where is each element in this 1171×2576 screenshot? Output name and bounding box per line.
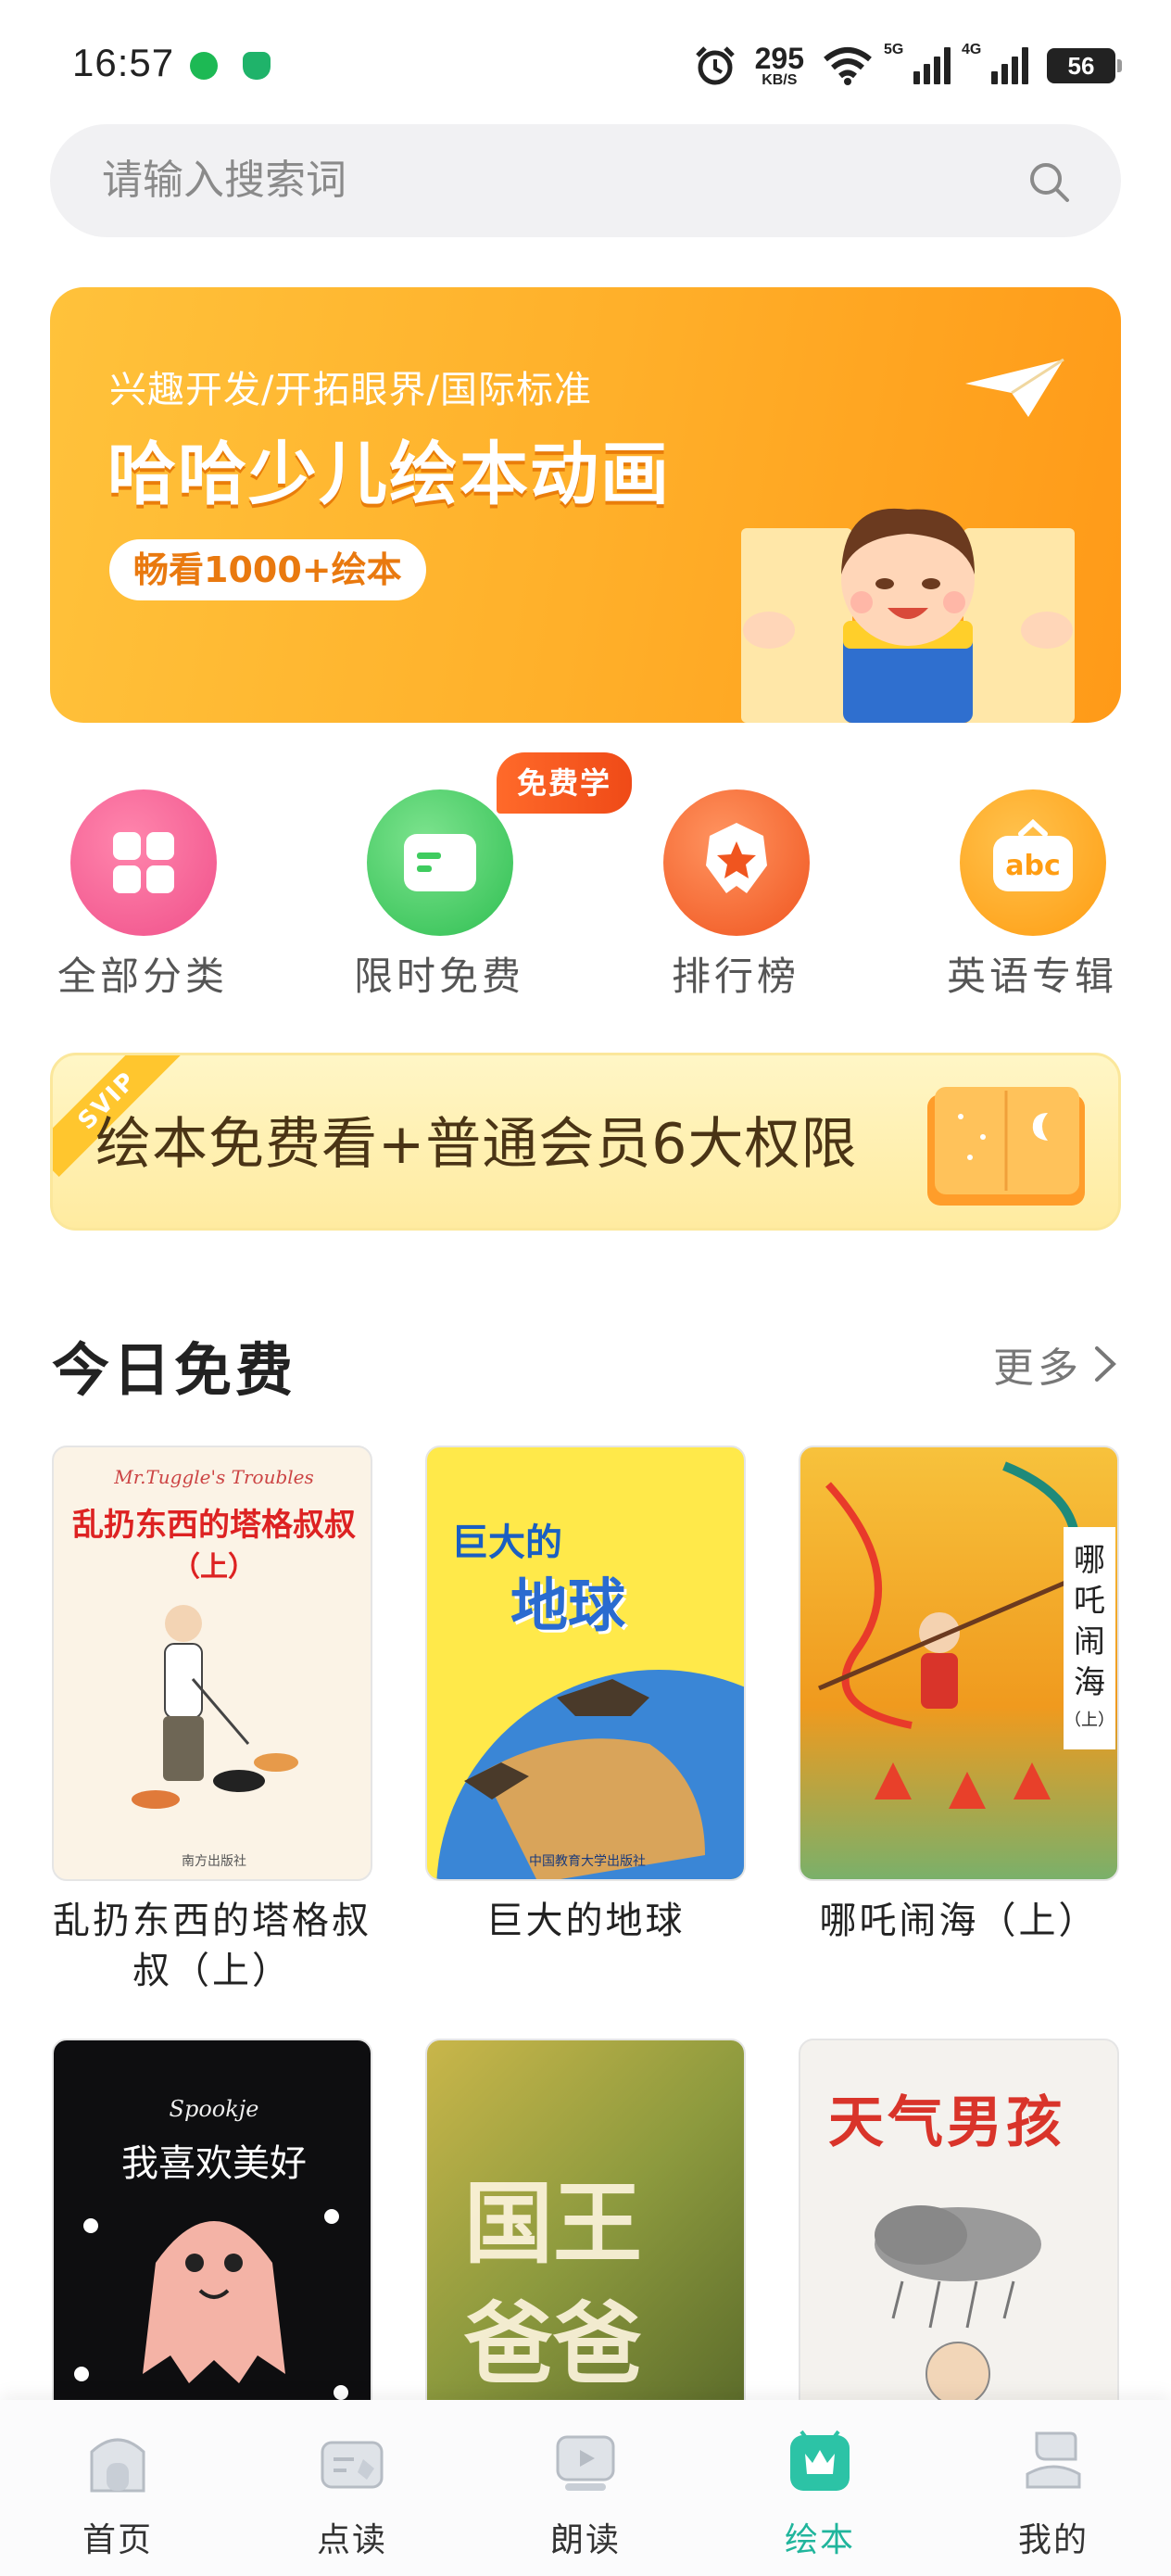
category-label: 英语专辑 — [946, 953, 1117, 999]
kid-reading-illustration — [741, 508, 1075, 723]
section-title: 今日免费 — [52, 1336, 297, 1404]
rain-cloud-illustration — [875, 2205, 1041, 2406]
tab-point-read[interactable]: 点读 — [283, 2422, 422, 2570]
category-label: 限时免费 — [353, 953, 524, 999]
book-cover[interactable]: 国王 爸爸 — [425, 2039, 746, 2428]
security-shield-icon — [243, 52, 271, 80]
free-card-icon — [367, 789, 513, 936]
book-cover[interactable]: Mr.Tuggle's Troubles 乱扔东西的塔格叔叔 （上） 南方出版社 — [52, 1446, 372, 1881]
open-book-icon — [927, 1087, 1085, 1206]
grid-icon — [70, 789, 217, 936]
banner-title: 哈哈少儿绘本动画 — [107, 435, 671, 514]
category-label: 排行榜 — [671, 953, 800, 999]
book-title: 巨大的地球 — [485, 1900, 686, 1942]
picture-book-icon — [790, 2430, 850, 2491]
tab-read-aloud[interactable]: 朗读 — [516, 2422, 655, 2570]
category-free[interactable]: 免费学 限时免费 — [328, 752, 633, 1010]
network-speed: 295 KB/S — [754, 42, 804, 88]
tab-picture-book[interactable]: 绘本 — [750, 2422, 889, 2570]
status-bar: 16:57 295 KB/S 5G 4G 56 — [0, 0, 1171, 130]
book-cover[interactable]: Spookje 我喜欢美好 — [52, 2039, 372, 2428]
abc-icon: abc — [960, 789, 1106, 936]
book-cover[interactable]: 哪吒闹海 （上） — [799, 1446, 1119, 1881]
ghost-illustration — [74, 2209, 348, 2400]
wifi-icon — [824, 47, 872, 85]
search-icon[interactable] — [1026, 159, 1071, 204]
home-icon — [90, 2438, 145, 2493]
category-all[interactable]: 全部分类 — [31, 778, 254, 1010]
tab-home[interactable]: 首页 — [48, 2422, 187, 2570]
alarm-icon — [695, 46, 735, 85]
book-cover[interactable]: 天气男孩 — [799, 2039, 1119, 2428]
man-with-cats-illustration — [132, 1605, 298, 1809]
banner-pill: 畅看1000+绘本 — [109, 539, 426, 600]
earth-animals-illustration — [436, 1670, 744, 1879]
chevron-right-icon — [1095, 1346, 1116, 1382]
book-cover[interactable]: 巨大的 地球 中国教育大学出版社 — [425, 1446, 746, 1881]
free-study-badge: 免费学 — [497, 752, 633, 814]
clock: 16:57 — [72, 41, 175, 84]
search-bar[interactable]: 请输入搜索词 — [50, 124, 1121, 237]
promo-banner[interactable]: 兴趣开发/开拓眼界/国际标准 哈哈少儿绘本动画 畅看1000+绘本 — [50, 287, 1121, 723]
svg-text:abc: abc — [1005, 850, 1061, 882]
category-english[interactable]: abc 英语专辑 — [921, 778, 1143, 1010]
battery-indicator: 56 — [1047, 48, 1122, 83]
bottom-tab-bar: 首页 点读 朗读 绘本 我的 — [0, 2400, 1171, 2576]
paper-plane-icon — [965, 358, 1064, 417]
more-label: 更多 — [993, 1345, 1082, 1392]
category-label: 全部分类 — [57, 953, 228, 999]
signal-5g-icon: 5G — [884, 42, 951, 84]
signal-4g-icon: 4G — [962, 42, 1028, 84]
category-ranking[interactable]: 排行榜 — [624, 778, 847, 1010]
read-aloud-icon — [556, 2435, 615, 2491]
svip-promo-banner[interactable]: SVIP 绘本免费看+普通会员6大权限 — [50, 1053, 1121, 1231]
book-title: 哪吒闹海（上） — [819, 1900, 1099, 1942]
message-app-icon — [190, 52, 218, 80]
category-row: 全部分类 免费学 限时免费 排行榜 abc 英语专辑 — [0, 752, 1171, 1010]
book-title: 乱扔东西的塔格叔叔（上） — [53, 1900, 371, 1992]
svip-text: 绘本免费看+普通会员6大权限 — [95, 1112, 858, 1177]
medal-icon — [663, 789, 810, 936]
point-read-icon — [321, 2441, 384, 2489]
search-input[interactable]: 请输入搜索词 — [102, 124, 346, 237]
profile-icon — [1026, 2431, 1081, 2489]
tab-profile[interactable]: 我的 — [984, 2422, 1123, 2570]
more-link[interactable]: 更多 — [993, 1334, 1119, 1394]
banner-subtitle: 兴趣开发/开拓眼界/国际标准 — [109, 369, 592, 411]
